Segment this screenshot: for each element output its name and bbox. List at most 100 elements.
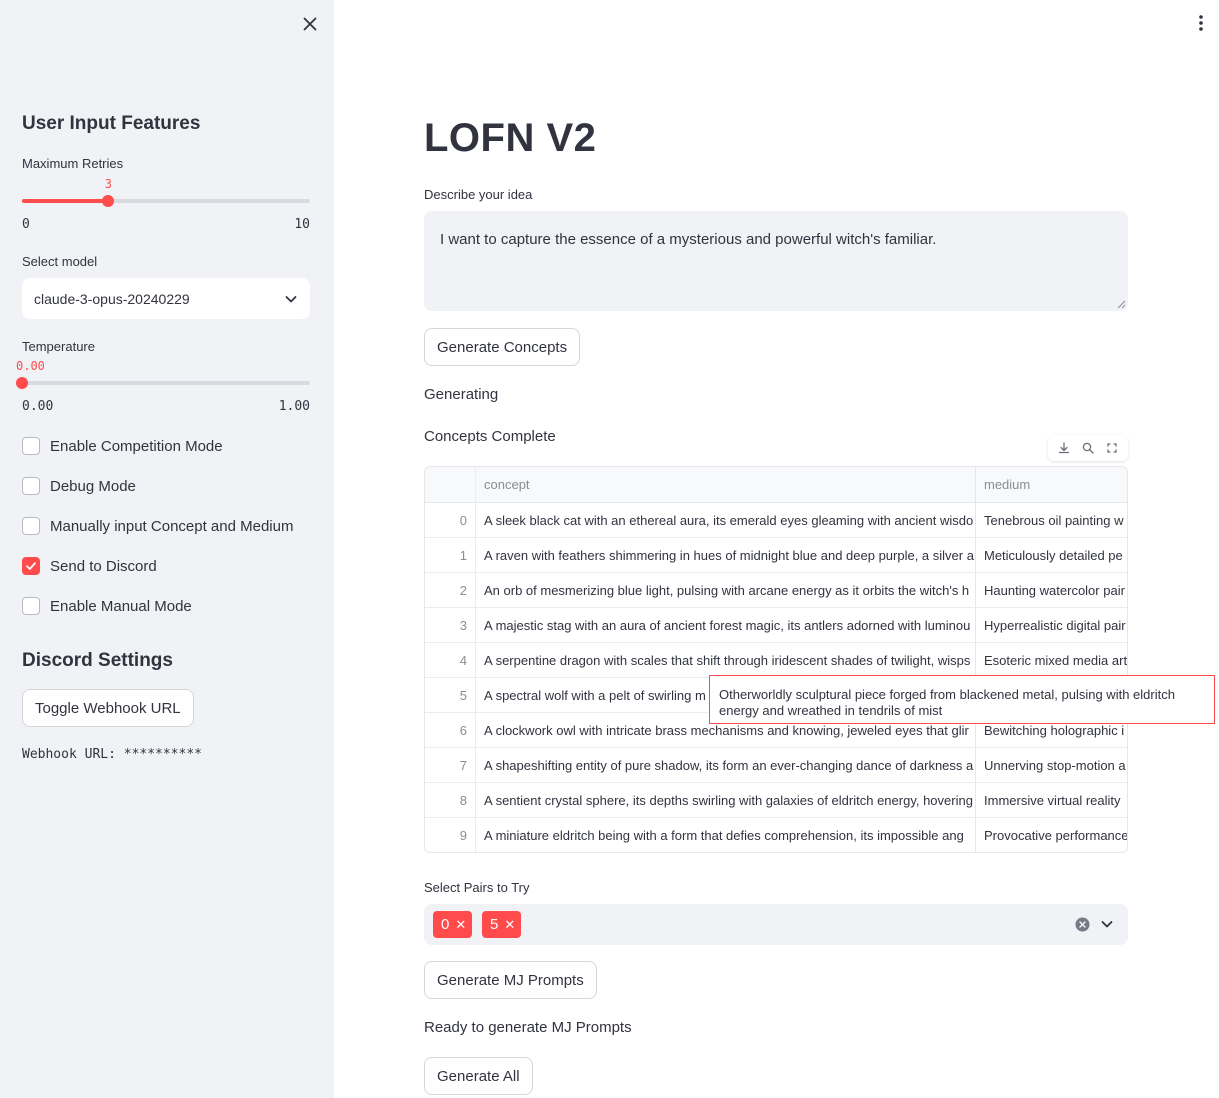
row-index-cell[interactable]: 3 bbox=[425, 608, 476, 642]
row-index-cell[interactable]: 5 bbox=[425, 678, 476, 712]
concept-cell[interactable]: An orb of mesmerizing blue light, pulsin… bbox=[476, 573, 976, 607]
checkbox-box[interactable] bbox=[22, 437, 40, 455]
selected-tag: 0 ✕ bbox=[433, 911, 473, 938]
table-row[interactable]: 0A sleek black cat with an ethereal aura… bbox=[425, 503, 1127, 538]
checkbox-box[interactable] bbox=[22, 477, 40, 495]
discord-settings-heading: Discord Settings bbox=[22, 650, 173, 671]
table-row[interactable]: 7A shapeshifting entity of pure shadow, … bbox=[425, 748, 1127, 783]
medium-cell[interactable]: Meticulously detailed pe bbox=[976, 538, 1127, 572]
row-index-cell[interactable]: 7 bbox=[425, 748, 476, 782]
table-row[interactable]: 9A miniature eldritch being with a form … bbox=[425, 818, 1127, 852]
remove-tag-icon[interactable]: ✕ bbox=[455, 917, 466, 933]
medium-cell[interactable]: Haunting watercolor pair bbox=[976, 573, 1127, 607]
temperature-label: Temperature bbox=[22, 339, 95, 354]
table-row[interactable]: 8A sentient crystal sphere, its depths s… bbox=[425, 783, 1127, 818]
close-sidebar-button[interactable] bbox=[298, 12, 322, 36]
checkmark-icon bbox=[26, 562, 36, 570]
ready-status-text: Ready to generate MJ Prompts bbox=[424, 1019, 632, 1036]
checkbox-manual-mode[interactable]: Enable Manual Mode bbox=[22, 597, 192, 615]
model-select[interactable]: claude-3-opus-20240229 bbox=[22, 278, 310, 319]
row-index-cell[interactable]: 2 bbox=[425, 573, 476, 607]
row-index-cell[interactable]: 8 bbox=[425, 783, 476, 817]
slider-current-value: 3 bbox=[104, 177, 113, 191]
header-index bbox=[425, 467, 476, 502]
row-index-cell[interactable]: 9 bbox=[425, 818, 476, 852]
slider-min-value: 0.00 bbox=[22, 399, 54, 414]
slider-thumb[interactable] bbox=[16, 377, 28, 389]
header-concept[interactable]: concept bbox=[476, 467, 976, 502]
checkbox-box[interactable] bbox=[22, 517, 40, 535]
cell-tooltip: Otherworldly sculptural piece forged fro… bbox=[709, 675, 1215, 724]
medium-cell[interactable]: Provocative performance bbox=[976, 818, 1127, 852]
concept-cell[interactable]: A sentient crystal sphere, its depths sw… bbox=[476, 783, 976, 817]
concept-cell[interactable]: A shapeshifting entity of pure shadow, i… bbox=[476, 748, 976, 782]
slider-min-value: 0 bbox=[22, 217, 30, 232]
slider-max-value: 10 bbox=[294, 217, 310, 232]
tag-label: 5 bbox=[490, 916, 499, 933]
checkbox-label: Enable Manual Mode bbox=[50, 597, 192, 615]
row-index-cell[interactable]: 1 bbox=[425, 538, 476, 572]
max-retries-label: Maximum Retries bbox=[22, 156, 124, 171]
table-header: concept medium bbox=[425, 467, 1127, 503]
row-index-cell[interactable]: 6 bbox=[425, 713, 476, 747]
search-icon[interactable] bbox=[1081, 441, 1095, 455]
generate-all-button[interactable]: Generate All bbox=[424, 1057, 533, 1095]
status-concepts-complete: Concepts Complete bbox=[424, 428, 556, 445]
medium-cell[interactable]: Esoteric mixed media art bbox=[976, 643, 1127, 677]
select-model-label: Select model bbox=[22, 254, 98, 269]
temperature-slider[interactable]: 0.00 0.00 1.00 bbox=[16, 359, 310, 441]
clear-icon[interactable] bbox=[1075, 917, 1090, 932]
model-select-value: claude-3-opus-20240229 bbox=[34, 290, 190, 307]
webhook-url-text: Webhook URL: ********** bbox=[22, 747, 203, 762]
main-menu-button[interactable] bbox=[1192, 12, 1210, 34]
table-row[interactable]: 4A serpentine dragon with scales that sh… bbox=[425, 643, 1127, 678]
concepts-table[interactable]: concept medium 0A sleek black cat with a… bbox=[424, 466, 1128, 853]
menu-dots-icon bbox=[1199, 15, 1203, 31]
concept-cell[interactable]: A miniature eldritch being with a form t… bbox=[476, 818, 976, 852]
pairs-label: Select Pairs to Try bbox=[424, 880, 530, 895]
chevron-down-icon[interactable] bbox=[1100, 917, 1114, 931]
tag-label: 0 bbox=[441, 916, 450, 933]
generate-mj-prompts-button[interactable]: Generate MJ Prompts bbox=[424, 961, 597, 999]
sidebar: User Input Features Maximum Retries 3 0 … bbox=[0, 0, 334, 1098]
max-retries-slider[interactable]: 3 0 10 bbox=[22, 177, 310, 259]
checkbox-label: Debug Mode bbox=[50, 477, 136, 495]
pairs-multiselect[interactable]: 0 ✕ 5 ✕ bbox=[424, 904, 1128, 945]
row-index-cell[interactable]: 0 bbox=[425, 503, 476, 537]
concept-cell[interactable]: A majestic stag with an aura of ancient … bbox=[476, 608, 976, 642]
medium-cell[interactable]: Immersive virtual reality bbox=[976, 783, 1127, 817]
fullscreen-icon[interactable] bbox=[1105, 441, 1119, 455]
chevron-down-icon bbox=[285, 295, 297, 302]
medium-cell[interactable]: Tenebrous oil painting w bbox=[976, 503, 1127, 537]
status-generating: Generating bbox=[424, 386, 499, 403]
resize-handle-icon[interactable] bbox=[1116, 299, 1126, 309]
user-input-heading: User Input Features bbox=[22, 113, 201, 134]
medium-cell[interactable]: Unnerving stop-motion a bbox=[976, 748, 1127, 782]
slider-thumb[interactable] bbox=[102, 195, 115, 207]
slider-current-value: 0.00 bbox=[16, 359, 45, 373]
medium-cell[interactable]: Hyperrealistic digital pair bbox=[976, 608, 1127, 642]
slider-fill bbox=[22, 199, 109, 203]
checkbox-box[interactable] bbox=[22, 557, 40, 575]
concept-cell[interactable]: A serpentine dragon with scales that shi… bbox=[476, 643, 976, 677]
table-row[interactable]: 2 An orb of mesmerizing blue light, pulsi… bbox=[425, 573, 1127, 608]
row-index-cell[interactable]: 4 bbox=[425, 643, 476, 677]
header-medium[interactable]: medium bbox=[976, 467, 1127, 502]
concept-cell[interactable]: A sleek black cat with an ethereal aura,… bbox=[476, 503, 976, 537]
download-icon[interactable] bbox=[1057, 441, 1071, 455]
checkbox-debug-mode[interactable]: Debug Mode bbox=[22, 477, 136, 495]
remove-tag-icon[interactable]: ✕ bbox=[504, 917, 515, 933]
checkbox-box[interactable] bbox=[22, 597, 40, 615]
page-title: LOFN V2 bbox=[424, 116, 597, 160]
close-icon bbox=[303, 17, 317, 31]
idea-textarea[interactable]: I want to capture the essence of a myste… bbox=[424, 211, 1128, 311]
toggle-webhook-button[interactable]: Toggle Webhook URL bbox=[22, 689, 194, 727]
idea-text: I want to capture the essence of a myste… bbox=[440, 231, 937, 248]
table-row[interactable]: 3A majestic stag with an aura of ancient… bbox=[425, 608, 1127, 643]
checkbox-manual-concept[interactable]: Manually input Concept and Medium bbox=[22, 517, 293, 535]
checkbox-competition-mode[interactable]: Enable Competition Mode bbox=[22, 437, 223, 455]
generate-concepts-button[interactable]: Generate Concepts bbox=[424, 328, 581, 366]
concept-cell[interactable]: A raven with feathers shimmering in hues… bbox=[476, 538, 976, 572]
checkbox-send-to-discord[interactable]: Send to Discord bbox=[22, 557, 157, 575]
table-row[interactable]: 1A raven with feathers shimmering in hue… bbox=[425, 538, 1127, 573]
